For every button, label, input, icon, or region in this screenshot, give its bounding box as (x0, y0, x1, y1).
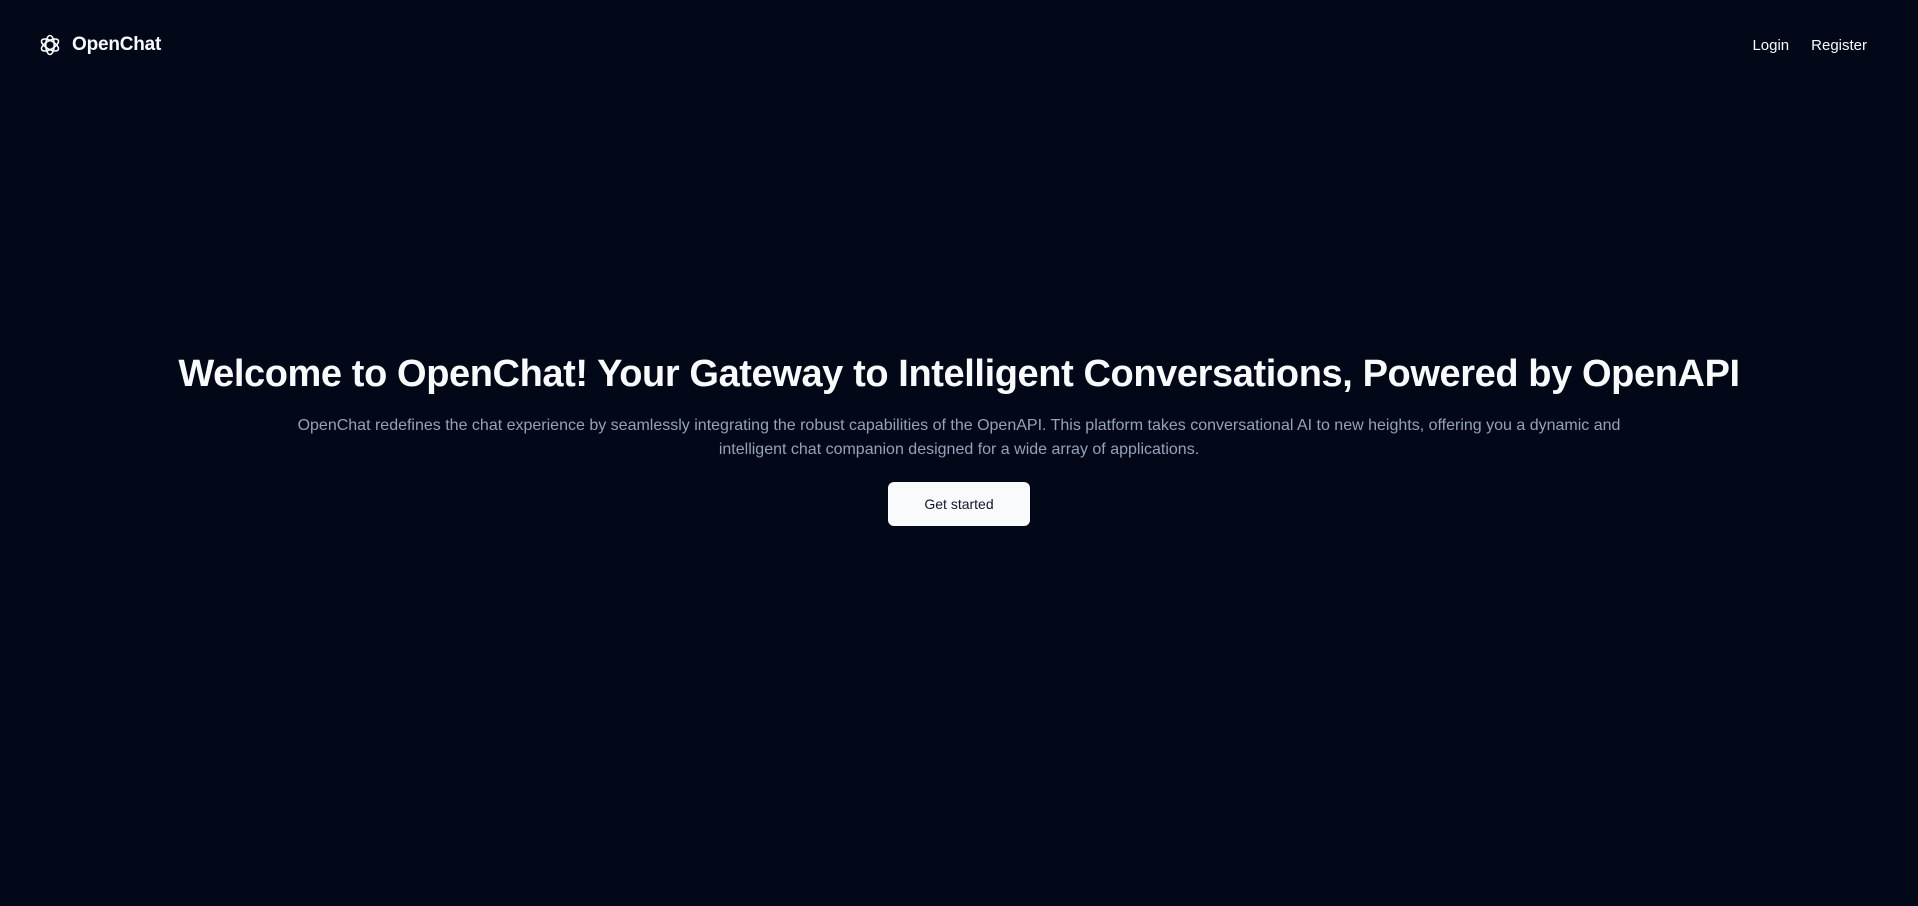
get-started-button[interactable]: Get started (888, 482, 1030, 526)
site-header: OpenChat Login Register (0, 0, 1918, 90)
hero-title: Welcome to OpenChat! Your Gateway to Int… (178, 353, 1740, 395)
hero-description: OpenChat redefines the chat experience b… (297, 417, 1621, 458)
register-link[interactable]: Register (1811, 37, 1867, 54)
hero-section: Welcome to OpenChat! Your Gateway to Int… (0, 348, 1918, 526)
openai-logo-icon (38, 33, 62, 57)
brand-link[interactable]: OpenChat (38, 33, 161, 57)
brand-name: OpenChat (72, 34, 162, 55)
login-link[interactable]: Login (1752, 37, 1789, 54)
header-nav: Login Register (1752, 37, 1867, 54)
